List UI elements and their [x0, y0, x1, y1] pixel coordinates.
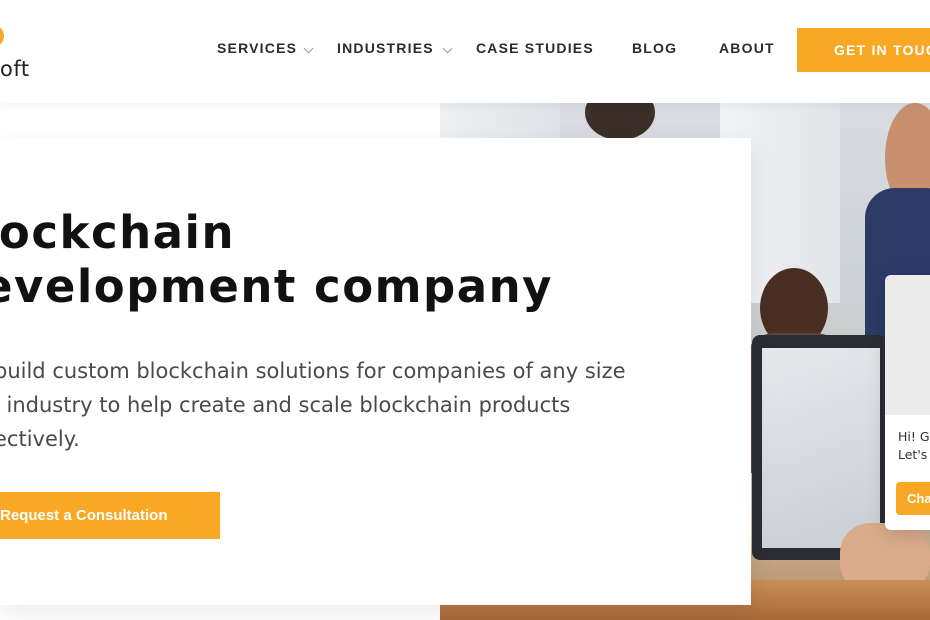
nav-item-industries[interactable]: INDUSTRIES [337, 40, 434, 56]
hero-title-line: lockchain [0, 206, 235, 259]
nav-item-about[interactable]: ABOUT [719, 40, 775, 56]
hero-subtitle-line: l industry to help create and scale bloc… [0, 393, 571, 417]
chat-message-line: Hi! G [898, 429, 930, 444]
hero-title-line: evelopment company [0, 260, 553, 313]
hero-subtitle: build custom blockchain solutions for co… [0, 354, 684, 456]
photo-person-head [585, 103, 655, 140]
chevron-down-icon[interactable] [442, 43, 453, 54]
chevron-down-icon[interactable] [303, 43, 314, 54]
logo-icon[interactable] [0, 25, 4, 47]
chat-message-line: Let's [898, 447, 928, 462]
chat-header [885, 275, 930, 415]
chat-message: Hi! G Let's [898, 428, 930, 464]
nav-item-case-studies[interactable]: CASE STUDIES [476, 40, 594, 56]
hero-title: lockchain evelopment company [0, 206, 553, 314]
request-consultation-button[interactable]: Request a Consultation [0, 492, 220, 539]
photo-laptop-screen [762, 348, 880, 548]
get-in-touch-button[interactable]: GET IN TOUC [797, 28, 930, 72]
logo-text[interactable]: oft [0, 57, 30, 81]
site-header: oft SERVICES INDUSTRIES CASE STUDIES BLO… [0, 0, 930, 103]
nav-item-services[interactable]: SERVICES [217, 40, 297, 56]
chat-button[interactable]: Cha [896, 482, 930, 515]
nav-item-blog[interactable]: BLOG [632, 40, 677, 56]
hero-subtitle-line: ectively. [0, 427, 80, 451]
hero-card: lockchain evelopment company build custo… [0, 138, 751, 605]
hero-subtitle-line: build custom blockchain solutions for co… [0, 359, 626, 383]
chat-widget[interactable]: Hi! G Let's Cha [885, 275, 930, 530]
